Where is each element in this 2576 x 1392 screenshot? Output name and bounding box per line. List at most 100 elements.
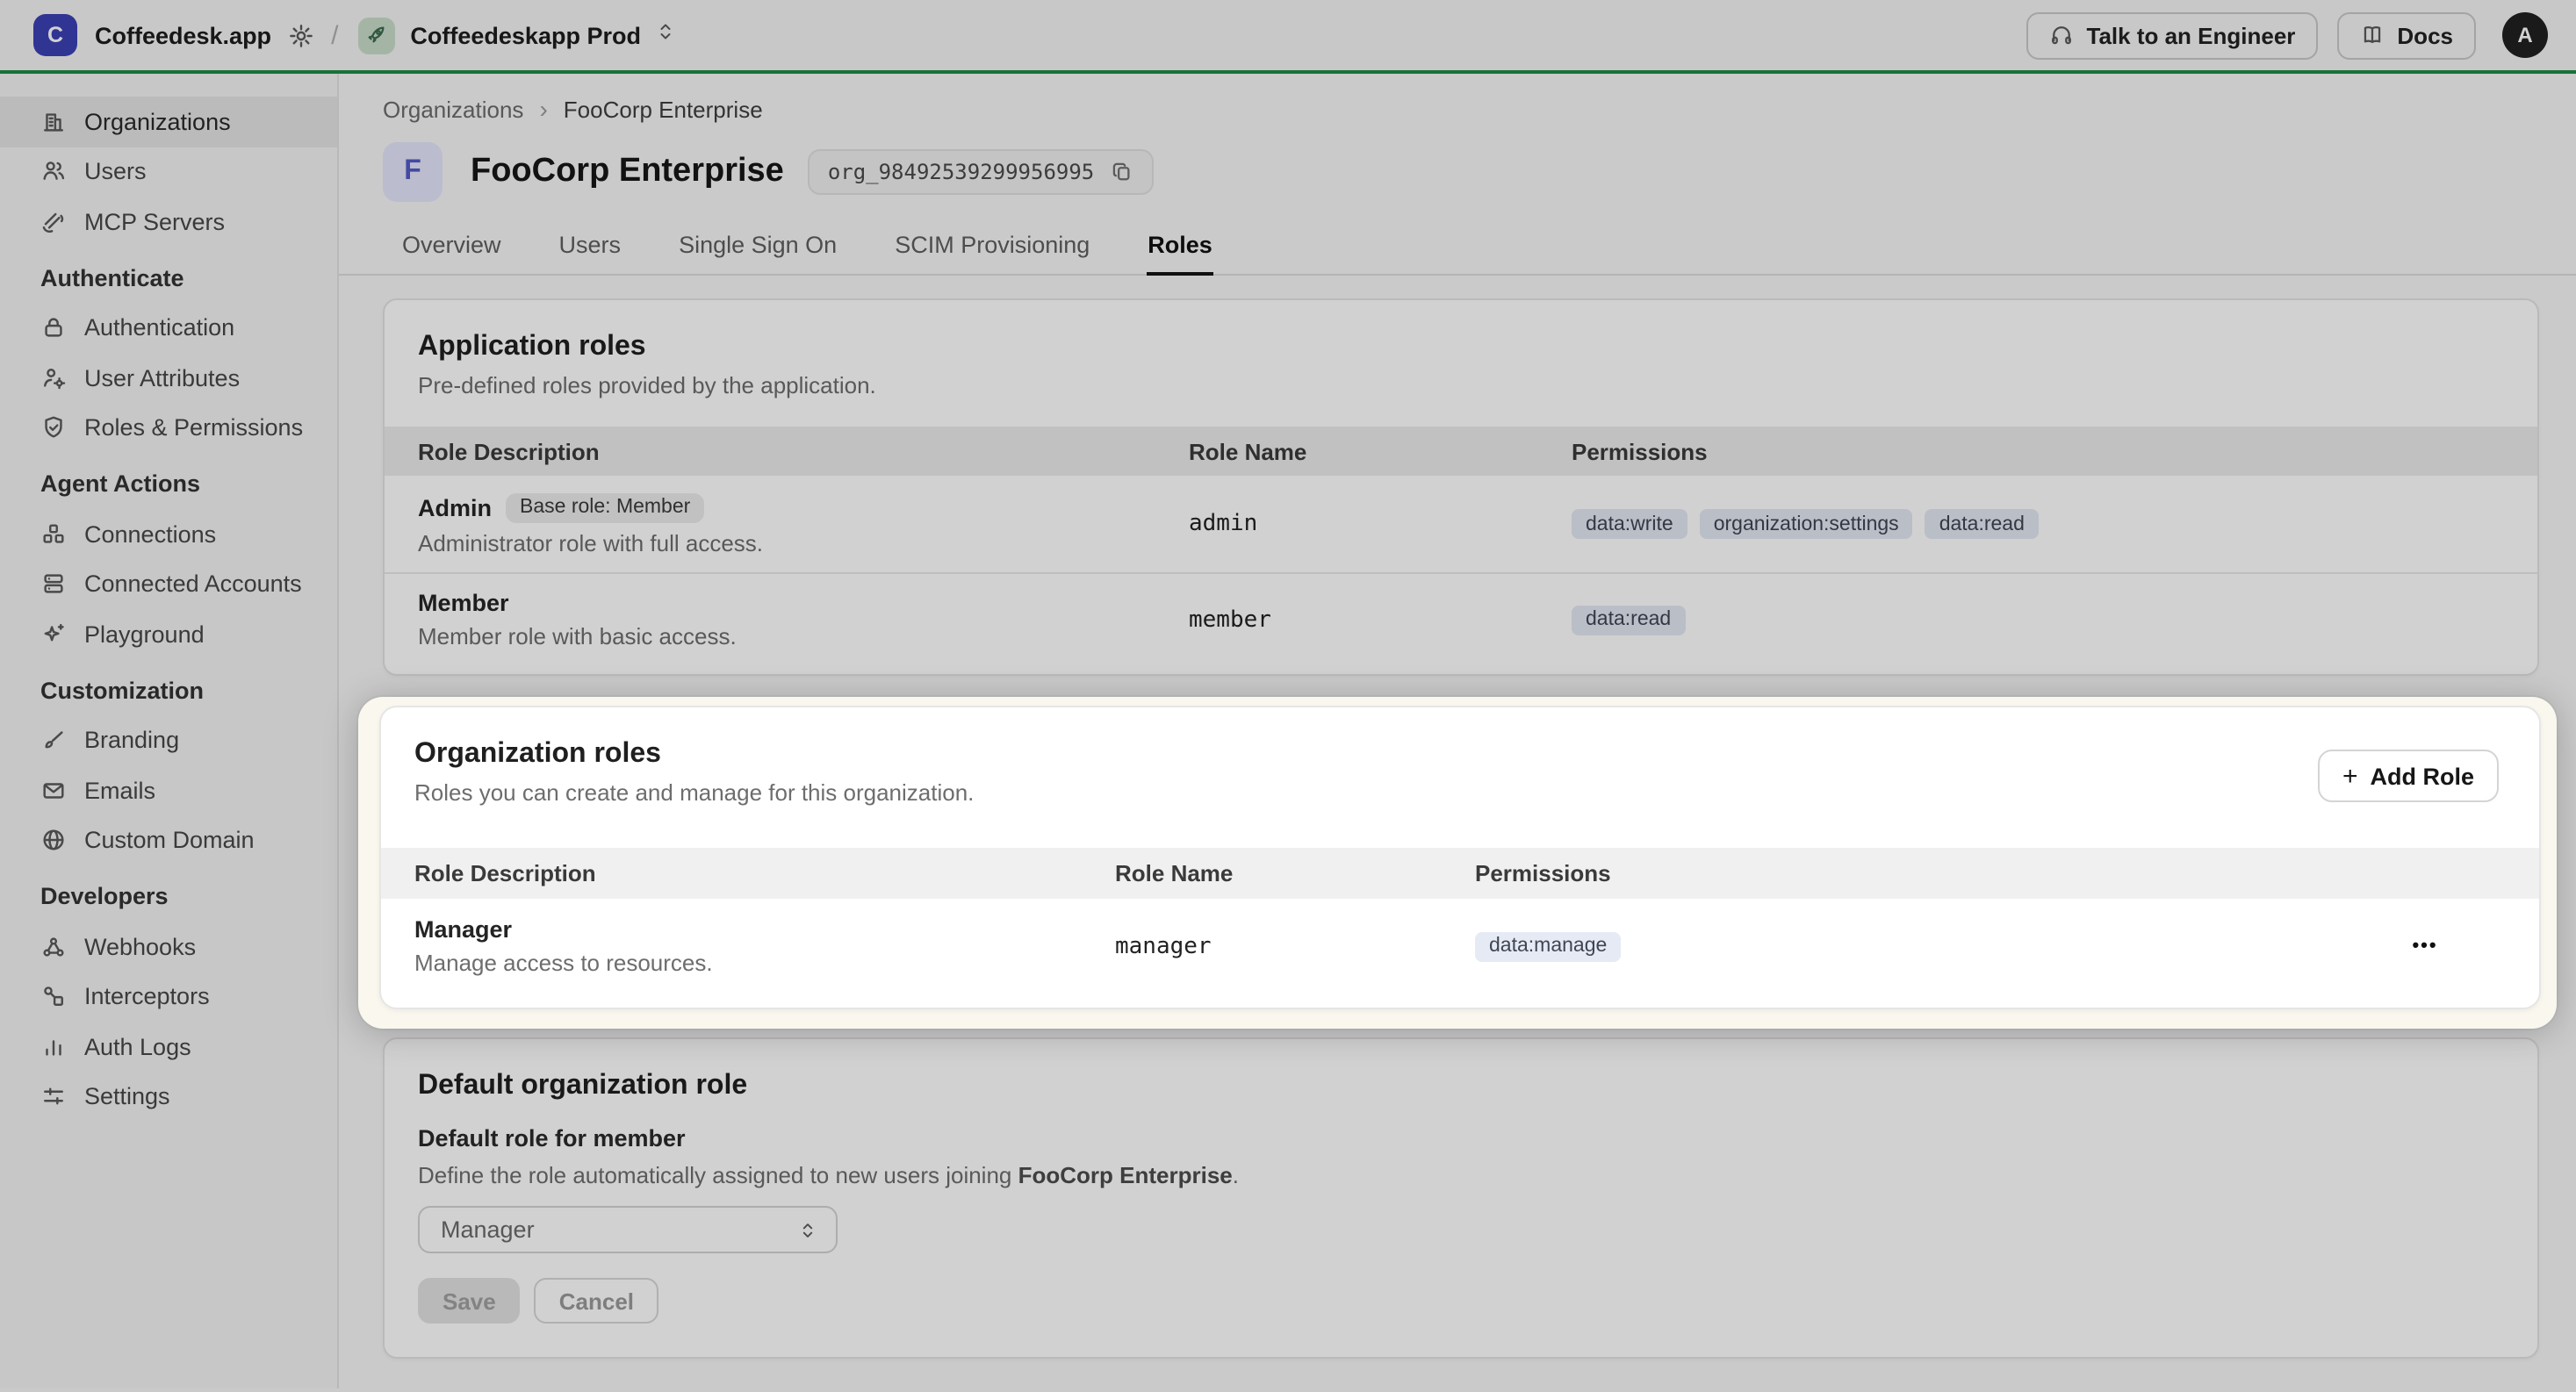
sidebar-label: Connections [84,521,216,548]
add-role-button[interactable]: + Add Role [2318,750,2499,802]
main-content: Organizations › FooCorp Enterprise F Foo… [339,74,2576,1388]
organization-roles-subtitle: Roles you can create and manage for this… [414,779,2506,806]
sidebar-label: Webhooks [84,934,196,960]
sidebar-item-settings[interactable]: Settings [0,1072,337,1122]
permission-chip: data:manage [1475,931,1621,961]
sidebar: Organizations Users MCP Servers Authenti… [0,74,339,1388]
plus-icon: + [2342,761,2358,791]
base-role-badge: Base role: Member [506,492,704,522]
docs-button[interactable]: Docs [2337,11,2476,59]
app-root: C Coffeedesk.app / Coffeedeskapp Prod Ta… [0,0,2576,1392]
tab-users[interactable]: Users [558,225,623,274]
application-roles-table: Role Description Role Name Permissions A… [385,427,2537,674]
sidebar-item-emails[interactable]: Emails [0,765,337,815]
default-role-select[interactable]: Manager [418,1206,838,1253]
sidebar-item-connected-accounts[interactable]: Connected Accounts [0,559,337,609]
kebab-menu-button[interactable]: ••• [2412,936,2437,957]
table-row-manager: Manager Manage access to resources. mana… [381,899,2539,994]
sidebar-label: Interceptors [84,984,210,1010]
mcp-icon [40,209,67,235]
user-avatar[interactable]: A [2502,12,2548,58]
application-roles-subtitle: Pre-defined roles provided by the applic… [418,372,2504,398]
sidebar-item-mcp-servers[interactable]: MCP Servers [0,197,337,247]
permission-chip: data:write [1572,509,1687,539]
tab-bar: Overview Users Single Sign On SCIM Provi… [339,225,2576,276]
sidebar-item-interceptors[interactable]: Interceptors [0,972,337,1022]
sidebar-label: User Attributes [84,365,240,391]
sidebar-item-custom-domain[interactable]: Custom Domain [0,815,337,865]
table-row-member: Member Member role with basic access. me… [385,574,2537,665]
server-rows-icon [40,571,67,598]
sidebar-label: Authentication [84,315,234,341]
column-role-description: Role Description [414,860,1115,886]
building-icon [40,109,67,135]
tab-roles[interactable]: Roles [1146,225,1214,276]
sidebar-label: Emails [84,778,155,804]
org-id-badge[interactable]: org_98492539299956995 [809,149,1154,195]
default-role-field-label: Default role for member [418,1125,2504,1152]
column-role-description: Role Description [418,438,1189,464]
description-period: . [1233,1162,1239,1188]
table-row-admin: Admin Base role: Member Administrator ro… [385,476,2537,574]
sidebar-item-roles-permissions[interactable]: Roles & Permissions [0,403,337,453]
column-permissions: Permissions [1475,860,2311,886]
gear-icon[interactable] [287,22,313,48]
tab-overview[interactable]: Overview [400,225,503,274]
organization-roles-table: Role Description Role Name Permissions M… [381,848,2539,1008]
sparkle-icon [40,621,67,648]
chevron-updown-icon[interactable] [655,18,676,52]
app-name[interactable]: Coffeedesk.app [95,22,271,48]
sidebar-item-webhooks[interactable]: Webhooks [0,922,337,972]
webhook-icon [40,934,67,960]
spotlight-highlight-ring: Organization roles Roles you can create … [358,697,2557,1029]
sidebar-item-playground[interactable]: Playground [0,609,337,659]
copy-icon[interactable] [1110,160,1134,184]
headphones-icon [2050,23,2075,47]
tab-single-sign-on[interactable]: Single Sign On [677,225,838,274]
sidebar-label: Connected Accounts [84,571,302,598]
sidebar-item-connections[interactable]: Connections [0,509,337,559]
sidebar-item-auth-logs[interactable]: Auth Logs [0,1022,337,1072]
user-gear-icon [40,365,67,391]
role-display-name: Admin [418,494,492,520]
add-role-label: Add Role [2371,763,2475,789]
select-chevron-icon [797,1217,818,1242]
role-display-name: Member [418,590,509,616]
cancel-button[interactable]: Cancel [535,1278,658,1324]
role-slug: member [1189,606,1572,633]
sidebar-label: Roles & Permissions [84,415,303,441]
topbar: C Coffeedesk.app / Coffeedeskapp Prod Ta… [0,0,2576,74]
role-display-name: Manager [414,916,512,943]
breadcrumb-slash: / [331,20,338,50]
description-org-name: FooCorp Enterprise [1018,1162,1233,1188]
sidebar-item-user-attributes[interactable]: User Attributes [0,353,337,403]
role-description: Member role with basic access. [418,623,1189,649]
breadcrumb-organizations-link[interactable]: Organizations [383,96,523,122]
permission-chip: data:read [1572,605,1685,635]
sidebar-item-users[interactable]: Users [0,147,337,197]
sidebar-section-customization: Customization [0,665,337,715]
breadcrumb-separator-icon: › [539,95,547,123]
table-header-row: Role Description Role Name Permissions [385,427,2537,476]
sidebar-item-authentication[interactable]: Authentication [0,303,337,353]
sidebar-label: Auth Logs [84,1034,191,1060]
role-slug: manager [1115,933,1475,959]
shield-check-icon [40,415,67,441]
app-logo[interactable]: C [33,14,77,56]
sidebar-item-branding[interactable]: Branding [0,715,337,765]
environment-selector[interactable]: Coffeedeskapp Prod [410,22,641,48]
brush-icon [40,728,67,754]
default-role-card: Default organization role Default role f… [383,1037,2539,1359]
sidebar-label: Custom Domain [84,828,255,854]
page-header: F FooCorp Enterprise org_984925392999569… [383,142,2576,202]
description-text: Define the role automatically assigned t… [418,1162,1018,1188]
tab-scim-provisioning[interactable]: SCIM Provisioning [893,225,1091,274]
sidebar-section-agent-actions: Agent Actions [0,459,337,509]
select-value: Manager [441,1216,535,1243]
column-role-name: Role Name [1115,860,1475,886]
sidebar-item-organizations[interactable]: Organizations [0,97,337,147]
save-button[interactable]: Save [418,1278,521,1324]
talk-to-engineer-button[interactable]: Talk to an Engineer [2027,11,2319,59]
breadcrumb-current: FooCorp Enterprise [564,96,763,122]
sidebar-label: Branding [84,728,179,754]
